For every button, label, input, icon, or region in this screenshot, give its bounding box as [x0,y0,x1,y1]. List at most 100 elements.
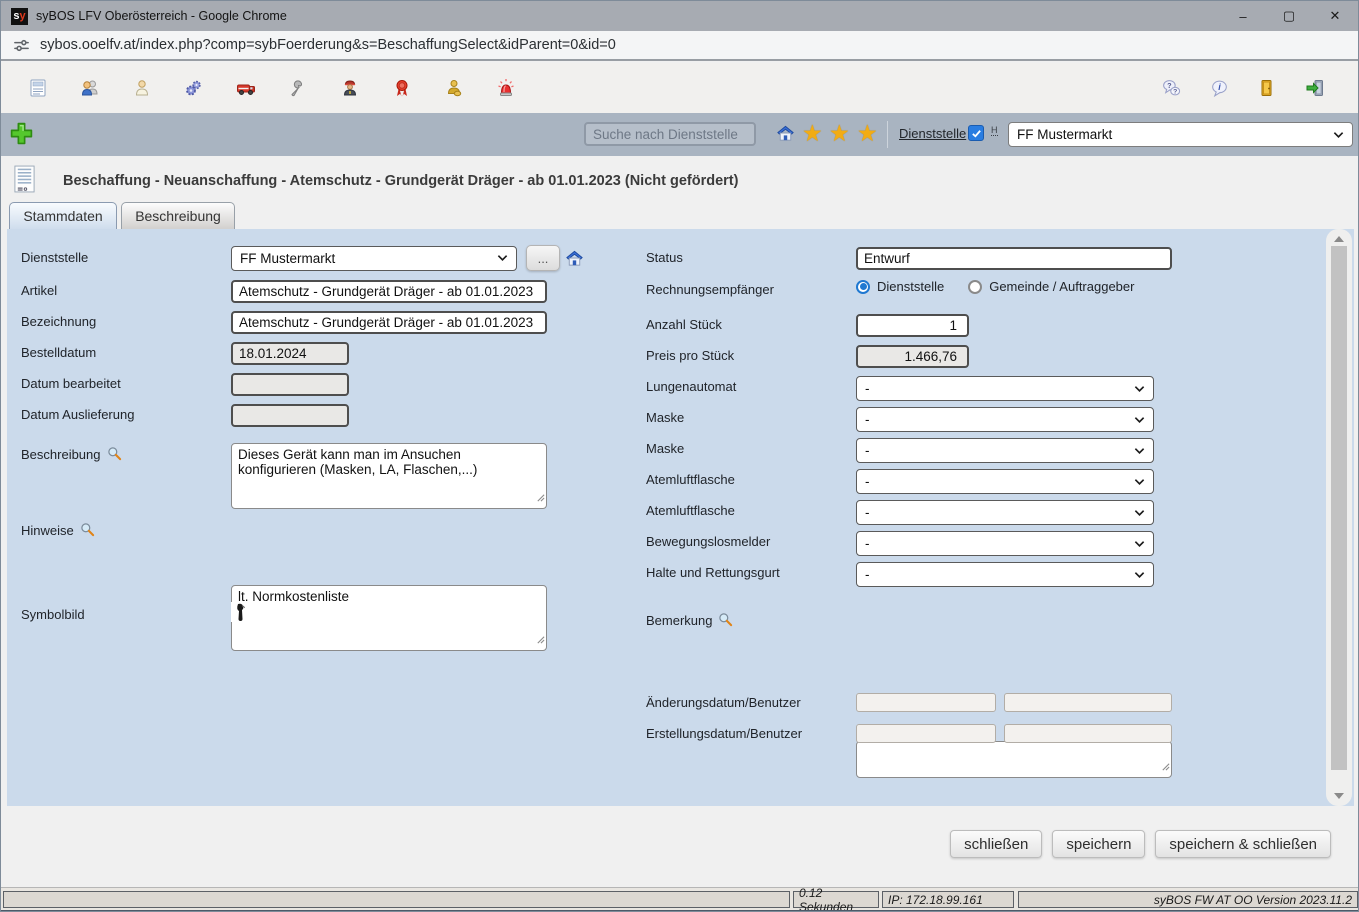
add-icon[interactable] [9,121,34,151]
scroll-up-icon[interactable] [1334,236,1344,242]
vertical-scrollbar[interactable] [1326,229,1352,806]
home-icon[interactable] [565,249,584,268]
hinweise-textarea[interactable]: lt. Normkostenliste [231,585,547,651]
symbolbild-thumbnail[interactable] [231,602,249,622]
title-bar: sy syBOS LFV Oberösterreich - Google Chr… [1,1,1358,31]
datum-bearbeitet-input[interactable] [231,373,349,396]
medal-icon[interactable] [391,77,413,99]
field-label: Bewegungslosmelder [646,534,770,549]
beschreibung-textarea[interactable]: Dieses Gerät kann man im Ansuchen konfig… [231,443,547,509]
close-form-button[interactable]: schließen [950,830,1042,858]
save-and-close-button[interactable]: speichern & schließen [1155,830,1331,858]
atemluftflasche-select-2[interactable]: - [856,500,1154,525]
chevron-down-icon [1134,478,1145,486]
aenderungsbenutzer-input [1004,693,1172,712]
help-icon[interactable]: ?? [1160,77,1182,99]
save-button[interactable]: speichern [1052,830,1145,858]
radio-label: Gemeinde / Auftraggeber [989,279,1134,294]
field-label: Atemluftflasche [646,503,735,518]
radio-dienststelle[interactable] [856,280,870,294]
svg-text:?: ? [1173,88,1177,95]
favorite-star-icon[interactable]: ★ [857,119,878,147]
radio-label: Dienststelle [877,279,944,294]
favorite-star-icon[interactable]: ★ [829,119,850,147]
close-button[interactable]: ✕ [1312,1,1358,31]
report-icon[interactable] [27,77,49,99]
field-label: Rechnungsempfänger [646,282,774,297]
info-icon[interactable]: i [1208,77,1230,99]
field-label: Datum Auslieferung [21,407,134,422]
datum-auslieferung-input[interactable] [231,404,349,427]
minimize-button[interactable]: – [1220,1,1266,31]
lungenautomat-select[interactable]: - [856,376,1154,401]
maske-select-2[interactable]: - [856,438,1154,463]
station-select-value: FF Mustermarkt [1017,127,1112,142]
erstellungsdatum-input [856,724,996,743]
field-label: Artikel [21,283,57,298]
main-toolbar: ?? i [1,63,1358,113]
firetruck-icon[interactable] [235,77,257,99]
chevron-down-icon [1134,416,1145,424]
chevron-down-icon [1333,131,1344,139]
search-input[interactable] [584,122,756,146]
firefighter-icon[interactable] [339,77,361,99]
rettungsgurt-select[interactable]: - [856,562,1154,587]
version-box: syBOS FW AT OO Version 2023.11.2 [1018,891,1358,908]
preis-input[interactable] [856,345,969,368]
field-label: Bemerkung [646,612,733,628]
magnifier-icon[interactable] [718,612,733,627]
dienststelle-select[interactable]: FF Mustermarkt [231,246,517,271]
bemerkung-textarea[interactable] [856,741,1172,778]
field-label: Hinweise [21,522,95,538]
maximize-button[interactable]: ▢ [1266,1,1312,31]
logout-icon[interactable] [1304,77,1326,99]
field-label: Datum bearbeitet [21,376,121,391]
field-label: Anzahl Stück [646,317,722,332]
artikel-input[interactable] [231,280,547,303]
atemluftflasche-select-1[interactable]: - [856,469,1154,494]
station-select[interactable]: FF Mustermarkt [1008,122,1353,147]
erstellungsbenutzer-input [1004,724,1172,743]
field-label: Lungenautomat [646,379,736,394]
bezeichnung-input[interactable] [231,311,547,334]
dienststelle-checkbox[interactable] [968,125,984,141]
scroll-down-icon[interactable] [1334,793,1344,799]
field-label: Bezeichnung [21,314,96,329]
magnifier-icon[interactable] [80,522,95,537]
site-info-icon[interactable] [13,37,30,54]
field-label: Atemluftflasche [646,472,735,487]
sybos-favicon: sy [11,8,28,25]
wrench-icon[interactable] [287,77,309,99]
aenderungsdatum-input [856,693,996,712]
magnifier-icon[interactable] [107,446,122,461]
url-text[interactable]: sybos.ooelfv.at/index.php?comp=sybFoerde… [40,37,616,53]
field-label: Bestelldatum [21,345,96,360]
chevron-down-icon [1134,447,1145,455]
tab-beschreibung[interactable]: Beschreibung [121,202,235,229]
page-title: Beschaffung - Neuanschaffung - Atemschut… [63,173,738,189]
bewegungslosmelder-select[interactable]: - [856,531,1154,556]
ip-box: IP: 172.18.99.161 [882,891,1014,908]
siren-icon[interactable] [495,77,517,99]
field-label: Beschreibung [21,446,122,462]
users-icon[interactable] [79,77,101,99]
more-button[interactable]: ... [526,245,560,271]
maske-select-1[interactable]: - [856,407,1154,432]
favorite-star-icon[interactable]: ★ [802,119,823,147]
home-icon[interactable] [776,124,795,148]
dienststelle-link[interactable]: Dienststelle [899,126,966,141]
status-input[interactable] [856,247,1172,270]
anzahl-input[interactable] [856,314,969,337]
tab-stammdaten[interactable]: Stammdaten [9,202,117,229]
duration-box: 0.12 Sekunden [793,891,879,908]
settings-gears-icon[interactable] [183,77,205,99]
radio-gemeinde[interactable] [968,280,982,294]
url-bar: sybos.ooelfv.at/index.php?comp=sybFoerde… [1,31,1358,61]
bestelldatum-input[interactable] [231,342,349,365]
field-label: Maske [646,410,684,425]
finance-person-icon[interactable] [443,77,465,99]
scrollbar-thumb[interactable] [1331,246,1347,770]
door-icon[interactable] [1256,77,1278,99]
person-icon[interactable] [131,77,153,99]
hierarchy-icon[interactable]: H [991,125,998,136]
